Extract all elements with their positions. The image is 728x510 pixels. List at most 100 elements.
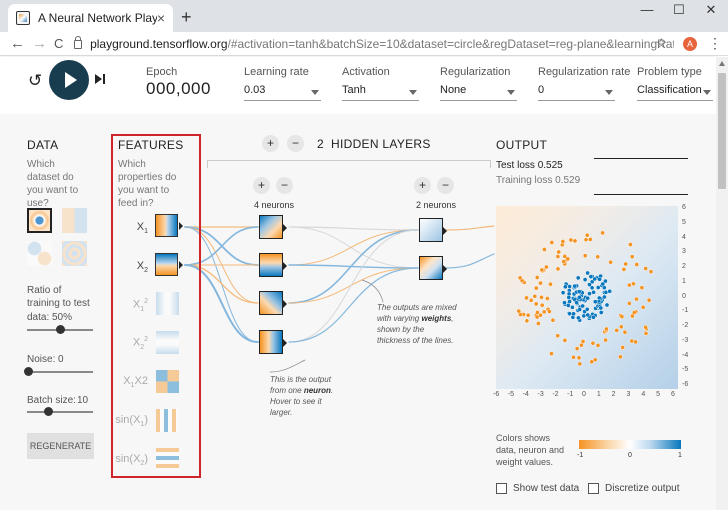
- y-tick-label: -4: [682, 351, 689, 359]
- batch-size-slider[interactable]: [27, 411, 93, 413]
- data-point: [623, 261, 629, 267]
- neuron-output-icon: [443, 265, 447, 273]
- data-point: [643, 266, 649, 271]
- data-point: [622, 329, 628, 335]
- data-point: [542, 247, 547, 252]
- dataset-gaussian-thumbnail[interactable]: [27, 241, 52, 266]
- layer1-remove-neuron-button[interactable]: −: [276, 177, 293, 194]
- layer2-remove-neuron-button[interactable]: −: [437, 177, 454, 194]
- x-tick-label: -3: [537, 391, 544, 398]
- feature-x2-squared-label: X22: [132, 336, 148, 351]
- data-point: [567, 299, 572, 304]
- data-point: [591, 314, 596, 320]
- data-point: [567, 311, 573, 317]
- neuron-1-1[interactable]: [259, 215, 287, 239]
- hidden-layers-bracket: [207, 160, 491, 168]
- data-point: [631, 281, 636, 287]
- noise-slider[interactable]: [27, 371, 93, 373]
- data-point: [618, 354, 623, 360]
- data-point: [592, 357, 598, 363]
- feature-sin-x1-label: sin(X1): [115, 414, 148, 429]
- data-point: [532, 293, 538, 299]
- scrollbar-thumb[interactable]: [718, 73, 726, 189]
- feature-sin-x2-label: sin(X2): [115, 453, 148, 468]
- y-tick-label: 4: [682, 233, 686, 241]
- layer2-add-neuron-button[interactable]: +: [414, 177, 431, 194]
- data-point: [600, 230, 605, 236]
- data-point: [539, 267, 545, 273]
- layer1-add-neuron-button[interactable]: +: [253, 177, 270, 194]
- data-point: [595, 285, 601, 290]
- legend-tick-max: 1: [678, 452, 682, 459]
- features-section-title: FEATURES: [118, 138, 184, 152]
- remove-layer-button[interactable]: −: [287, 135, 304, 152]
- data-point: [614, 328, 620, 333]
- noise-slider-knob[interactable]: [24, 367, 33, 376]
- data-point: [538, 312, 543, 318]
- data-point: [598, 305, 604, 311]
- data-point: [528, 297, 534, 303]
- data-point: [555, 266, 561, 272]
- x-tick-label: 2: [611, 391, 616, 398]
- data-point: [582, 277, 588, 282]
- data-point: [577, 295, 582, 300]
- data-point: [633, 339, 638, 345]
- data-point: [579, 342, 584, 348]
- x-tick-label: 6: [671, 391, 675, 398]
- layer1-neuron-count: 4 neurons: [254, 200, 295, 210]
- data-point: [621, 267, 627, 272]
- data-point: [590, 340, 596, 346]
- feature-x2-tile[interactable]: [155, 253, 178, 276]
- feature-sin-x1-tile[interactable]: [156, 409, 179, 432]
- ratio-slider-knob[interactable]: [56, 325, 65, 334]
- neuron-2-2[interactable]: [419, 256, 447, 280]
- data-point: [581, 313, 587, 319]
- data-point: [627, 301, 632, 306]
- dataset-circle-thumbnail[interactable]: [27, 208, 52, 233]
- feature-x1x2-tile[interactable]: [156, 370, 179, 393]
- neuron-1-4[interactable]: [259, 330, 287, 354]
- data-point: [577, 361, 583, 367]
- add-layer-button[interactable]: +: [262, 135, 279, 152]
- data-point: [577, 307, 583, 312]
- y-tick-label: 5: [682, 218, 686, 226]
- dataset-spiral-thumbnail[interactable]: [62, 241, 87, 266]
- data-point: [631, 310, 637, 315]
- x-tick-label: 0: [582, 391, 586, 398]
- regenerate-button[interactable]: REGENERATE: [27, 433, 94, 459]
- y-tick-label: 0: [682, 292, 686, 300]
- data-point: [563, 284, 568, 290]
- neuron-annotation: This is the output from one neuron. Hove…: [270, 375, 334, 417]
- dataset-xor-thumbnail[interactable]: [62, 208, 87, 233]
- data-point: [516, 308, 522, 314]
- data-point: [585, 295, 591, 301]
- page-scrollbar[interactable]: [716, 57, 728, 510]
- batch-size-slider-knob[interactable]: [44, 407, 53, 416]
- data-point: [629, 254, 635, 260]
- feature-x1-output-icon: [179, 222, 183, 230]
- y-tick-label: -2: [682, 322, 689, 329]
- data-point: [565, 256, 571, 262]
- discretize-output-checkbox[interactable]: [588, 483, 599, 494]
- ratio-data-label: data:: [27, 312, 50, 323]
- data-point: [544, 264, 549, 270]
- neuron-2-1[interactable]: [419, 218, 447, 242]
- feature-sin-x2-tile[interactable]: [156, 448, 179, 471]
- data-point: [584, 306, 590, 312]
- feature-x1-squared-tile[interactable]: [156, 292, 179, 315]
- data-section-title: DATA: [27, 138, 59, 152]
- data-point: [640, 304, 646, 310]
- neuron-1-2[interactable]: [259, 253, 287, 277]
- x-tick-label: -6: [493, 391, 500, 398]
- neuron-output-icon: [283, 262, 287, 270]
- feature-x1-tile[interactable]: [155, 214, 178, 237]
- neuron-1-3[interactable]: [259, 291, 287, 315]
- data-point: [536, 321, 541, 326]
- feature-x2-squared-tile[interactable]: [156, 331, 179, 354]
- data-point: [550, 317, 556, 323]
- data-point: [555, 333, 561, 339]
- feature-x1-squared-label: X12: [132, 298, 148, 313]
- show-test-data-checkbox[interactable]: [496, 483, 507, 494]
- data-point: [595, 343, 601, 348]
- scroll-up-icon[interactable]: [719, 61, 725, 66]
